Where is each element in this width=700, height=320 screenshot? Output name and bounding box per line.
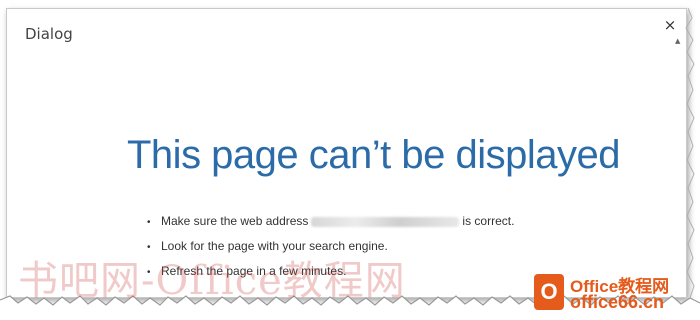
scroll-up-arrow-icon[interactable]: ▲ — [675, 37, 683, 45]
office-logo-icon: O — [534, 274, 564, 310]
watermark-text: 书吧网-Office教程网 — [18, 258, 406, 304]
dialog-title: Dialog — [25, 25, 73, 43]
close-icon[interactable]: × — [662, 17, 678, 33]
error-heading: This page can’t be displayed — [127, 133, 621, 177]
tip-text-after: is correct. — [462, 214, 515, 228]
blurred-url — [311, 216, 460, 227]
site-logo: O Office教程网 office66.cn — [534, 272, 694, 316]
tip-text-before: Make sure the web address — [161, 214, 309, 228]
list-item: • Make sure the web address is correct. — [147, 213, 514, 238]
screenshot-stage: Dialog × ▲ This page can’t be displayed … — [0, 0, 700, 320]
logo-domain: office66.cn — [570, 292, 665, 312]
bullet-icon: • — [147, 217, 151, 228]
